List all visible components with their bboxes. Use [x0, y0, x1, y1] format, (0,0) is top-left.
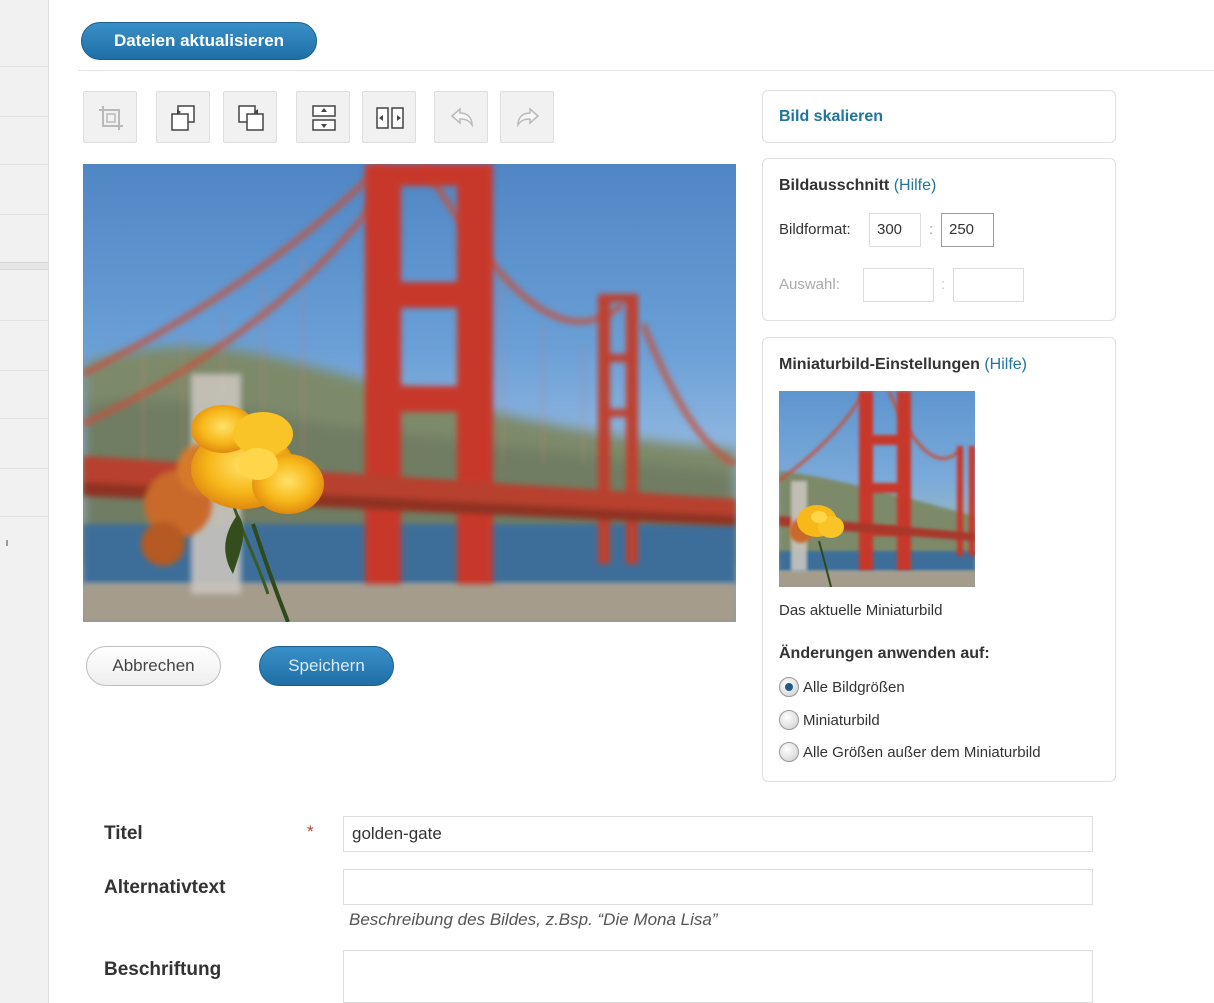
- flip-vertical-button[interactable]: [296, 91, 350, 143]
- image-preview[interactable]: [83, 164, 736, 622]
- thumbnail-title-text: Miniaturbild-Einstellungen: [779, 356, 980, 373]
- cancel-button[interactable]: Abbrechen: [86, 646, 221, 686]
- menu-divider: [0, 370, 48, 371]
- aspect-ratio-height-input[interactable]: 250: [941, 213, 994, 247]
- selection-width-input[interactable]: [863, 268, 934, 302]
- crop-panel: Bildausschnitt (Hilfe) Bildformat: 300 :…: [762, 158, 1116, 321]
- selection-separator: :: [941, 276, 946, 293]
- menu-divider: [0, 164, 48, 165]
- radio-all-except-thumbnail[interactable]: Alle Größen außer dem Miniaturbild: [779, 742, 1041, 762]
- undo-icon: [450, 107, 473, 128]
- apply-changes-heading: Änderungen anwenden auf:: [779, 645, 990, 662]
- scale-image-toggle[interactable]: Bild skalieren: [779, 108, 883, 126]
- radio-all-sizes-label: Alle Bildgrößen: [803, 678, 905, 696]
- radio-thumbnail-label: Miniaturbild: [803, 711, 880, 729]
- current-thumbnail-image: [779, 391, 975, 587]
- radio-thumbnail-button[interactable]: [779, 710, 799, 730]
- menu-divider: [0, 516, 48, 517]
- current-thumbnail-caption: Das aktuelle Miniaturbild: [779, 602, 943, 619]
- aspect-ratio-width-input[interactable]: 300: [869, 213, 921, 247]
- title-input[interactable]: golden-gate: [343, 816, 1093, 852]
- alt-text-input[interactable]: [343, 869, 1093, 905]
- crop-button[interactable]: [83, 91, 137, 143]
- crop-panel-title: Bildausschnitt (Hilfe): [779, 177, 936, 195]
- crop-help-link[interactable]: (Hilfe): [894, 177, 937, 194]
- selection-label: Auswahl:: [779, 276, 840, 293]
- radio-all-sizes[interactable]: Alle Bildgrößen: [779, 677, 905, 697]
- rotate-left-icon: [171, 105, 195, 131]
- caption-textarea[interactable]: [343, 950, 1093, 1003]
- menu-divider: [0, 66, 48, 67]
- golden-gate-photo: [83, 164, 736, 622]
- redo-button[interactable]: [500, 91, 554, 143]
- redo-icon: [517, 107, 540, 128]
- required-marker: *: [307, 822, 314, 841]
- thumbnail-settings-panel: Miniaturbild-Einstellungen (Hilfe) Das a…: [762, 337, 1116, 782]
- menu-marker: [6, 540, 8, 546]
- flip-horizontal-icon: [376, 107, 404, 129]
- radio-all-except-thumbnail-label: Alle Größen außer dem Miniaturbild: [803, 743, 1041, 761]
- flip-vertical-icon: [312, 105, 336, 131]
- caption-label: Beschriftung: [104, 959, 222, 980]
- radio-all-sizes-button[interactable]: [779, 677, 799, 697]
- menu-divider: [0, 418, 48, 419]
- menu-divider: [0, 116, 48, 117]
- thumbnail-help-link[interactable]: (Hilfe): [984, 356, 1027, 373]
- thumbnail-panel-title: Miniaturbild-Einstellungen (Hilfe): [779, 356, 1027, 374]
- selection-height-input[interactable]: [953, 268, 1024, 302]
- crop-title-text: Bildausschnitt: [779, 177, 890, 194]
- ratio-separator: :: [929, 221, 934, 238]
- title-label: Titel: [104, 823, 143, 844]
- save-button[interactable]: Speichern: [259, 646, 394, 686]
- alt-text-hint: Beschreibung des Bildes, z.Bsp. “Die Mon…: [349, 910, 718, 929]
- alt-text-label: Alternativtext: [104, 877, 226, 898]
- crop-icon: [99, 106, 123, 130]
- header-divider: [78, 70, 1214, 71]
- rotate-left-button[interactable]: [156, 91, 210, 143]
- flip-horizontal-button[interactable]: [362, 91, 416, 143]
- undo-button[interactable]: [434, 91, 488, 143]
- menu-divider: [0, 320, 48, 321]
- rotate-right-icon: [238, 105, 264, 131]
- aspect-ratio-label: Bildformat:: [779, 221, 851, 238]
- scale-image-panel[interactable]: Bild skalieren: [762, 90, 1116, 143]
- rotate-right-button[interactable]: [223, 91, 277, 143]
- menu-divider: [0, 214, 48, 215]
- radio-all-except-thumbnail-button[interactable]: [779, 742, 799, 762]
- update-files-button[interactable]: Dateien aktualisieren: [81, 22, 317, 60]
- admin-menu-strip: [0, 0, 49, 1003]
- radio-thumbnail[interactable]: Miniaturbild: [779, 710, 880, 730]
- menu-divider: [0, 468, 48, 469]
- menu-separator: [0, 262, 48, 270]
- thumbnail-photo: [779, 391, 975, 587]
